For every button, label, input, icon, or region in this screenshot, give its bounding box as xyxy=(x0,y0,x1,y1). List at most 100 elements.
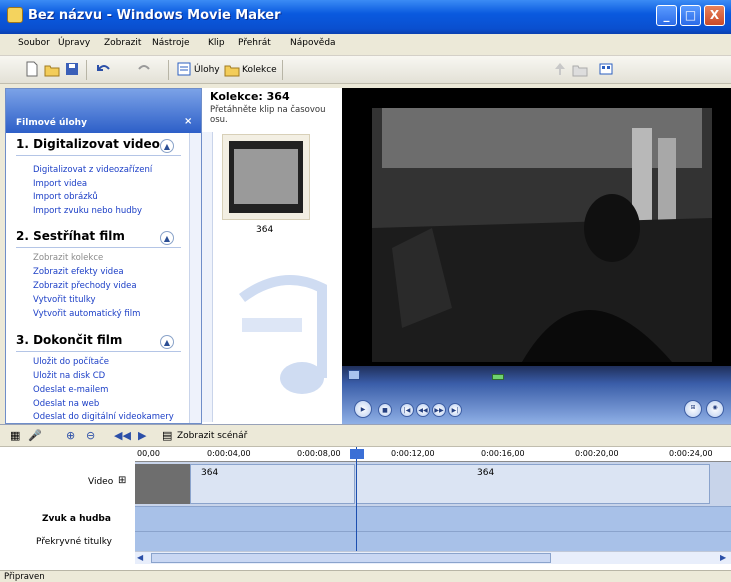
seek-slider-thumb[interactable] xyxy=(492,374,504,380)
task-link-save-cd[interactable]: Uložit na disk CD xyxy=(33,371,105,381)
toolbar-separator xyxy=(282,60,283,80)
menu-napoveda[interactable]: Nápověda xyxy=(290,38,336,48)
split-clip-icon[interactable]: ⊞ xyxy=(684,400,702,418)
collections-icon[interactable] xyxy=(224,61,240,77)
timeline-scrollbar[interactable]: ◀ ▶ xyxy=(135,551,731,564)
save-project-icon[interactable] xyxy=(64,61,80,77)
views-icon[interactable] xyxy=(598,61,614,77)
next-frame-button[interactable]: ▶| xyxy=(448,403,462,417)
status-bar: Připraven xyxy=(0,570,731,582)
timeline: ▦ 🎤 ⊕ ⊖ ◀◀ ▶ ▤ Zobrazit scénář 00,00 0:0… xyxy=(0,424,731,570)
collections-button-label[interactable]: Kolekce xyxy=(242,65,277,75)
rewind-timeline-icon[interactable]: ◀◀ xyxy=(114,429,131,442)
clip-thumbnail[interactable] xyxy=(222,134,310,220)
collection-up-icon[interactable] xyxy=(552,61,568,77)
task-link-import-video[interactable]: Import videa xyxy=(33,179,87,189)
minimize-button[interactable]: _ xyxy=(656,5,677,26)
clip-label: 364 xyxy=(256,225,274,235)
music-note-watermark-icon xyxy=(239,275,327,394)
expand-track-icon[interactable]: ⊞ xyxy=(118,475,126,486)
rewind-button[interactable]: ◀◀ xyxy=(416,403,430,417)
redo-icon[interactable] xyxy=(136,61,152,77)
overlay-track-label: Překryvné titulky xyxy=(36,537,112,547)
task-heading-finish[interactable]: 3. Dokončit film xyxy=(16,333,122,347)
timeline-grid-icon[interactable]: ▦ xyxy=(10,429,20,442)
scroll-left-icon[interactable]: ◀ xyxy=(137,553,143,562)
tick-label: 0:00:12,00 xyxy=(391,449,435,458)
audio-track-label: Zvuk a hudba xyxy=(42,514,111,524)
preview-monitor: ▶ ■ |◀ ◀◀ ▶▶ ▶| ⊞ ◉ xyxy=(342,88,731,424)
maximize-button[interactable]: □ xyxy=(680,5,701,26)
undo-icon[interactable] xyxy=(96,61,112,77)
task-link-import-audio[interactable]: Import zvuku nebo hudby xyxy=(33,206,142,216)
video-track[interactable]: 364 364 xyxy=(135,462,731,506)
collection-hint: Přetáhněte klip na časovou osu. xyxy=(210,105,326,125)
playhead[interactable] xyxy=(356,447,357,551)
status-text: Připraven xyxy=(4,572,45,582)
menu-zobrazit[interactable]: Zobrazit xyxy=(104,38,141,48)
timeline-clip[interactable]: 364 xyxy=(190,464,355,504)
clip-frame-image xyxy=(234,149,298,204)
new-collection-folder-icon[interactable] xyxy=(572,61,588,77)
chevron-up-icon[interactable]: ▲ xyxy=(160,231,174,245)
time-ruler[interactable]: 00,00 0:00:04,00 0:00:08,00 0:00:12,00 0… xyxy=(135,447,731,462)
task-link-video-transitions[interactable]: Zobrazit přechody videa xyxy=(33,281,137,291)
tasks-scrollbar[interactable] xyxy=(189,133,201,423)
scroll-right-icon[interactable]: ▶ xyxy=(720,553,726,562)
take-picture-icon[interactable]: ◉ xyxy=(706,400,724,418)
previous-frame-button[interactable]: |◀ xyxy=(400,403,414,417)
audio-music-track[interactable] xyxy=(135,506,731,531)
forward-button[interactable]: ▶▶ xyxy=(432,403,446,417)
tick-label: 00,00 xyxy=(137,449,160,458)
collection-pane: Kolekce: 364 Přetáhněte klip na časovou … xyxy=(202,88,342,424)
clip-name: 364 xyxy=(477,468,495,478)
zoom-out-icon[interactable]: ⊖ xyxy=(86,429,95,442)
play-button[interactable]: ▶ xyxy=(354,400,372,418)
chevron-up-icon[interactable]: ▲ xyxy=(160,139,174,153)
menu-klip[interactable]: Klip xyxy=(208,38,225,48)
stop-button[interactable]: ■ xyxy=(378,403,392,417)
playhead-handle[interactable] xyxy=(350,449,364,459)
detach-monitor-icon[interactable] xyxy=(348,370,360,380)
task-link-titles[interactable]: Vytvořit titulky xyxy=(33,295,96,305)
close-icon[interactable]: × xyxy=(184,116,192,127)
task-link-capture-device[interactable]: Digitalizovat z videozařízení xyxy=(33,165,152,175)
show-storyboard-label[interactable]: Zobrazit scénář xyxy=(177,431,247,441)
chevron-up-icon[interactable]: ▲ xyxy=(160,335,174,349)
task-link-web[interactable]: Odeslat na web xyxy=(33,399,99,409)
window-title: Bez názvu - Windows Movie Maker xyxy=(28,8,281,23)
task-link-video-effects[interactable]: Zobrazit efekty videa xyxy=(33,267,124,277)
title-bar: Bez názvu - Windows Movie Maker _ □ X xyxy=(0,0,731,34)
storyboard-icon[interactable]: ▤ xyxy=(162,429,172,442)
scroll-thumb[interactable] xyxy=(151,553,551,563)
task-heading-capture[interactable]: 1. Digitalizovat video xyxy=(16,137,160,151)
menu-nastroje[interactable]: Nástroje xyxy=(152,38,190,48)
tasks-button-label[interactable]: Úlohy xyxy=(194,65,220,75)
task-link-email[interactable]: Odeslat e-mailem xyxy=(33,385,108,395)
timeline-clip[interactable]: 364 xyxy=(356,464,710,504)
collection-scrollbar[interactable] xyxy=(202,132,213,422)
audio-levels-icon[interactable]: 🎤 xyxy=(28,429,42,442)
title-overlay-track[interactable] xyxy=(135,531,731,551)
video-frame-scene xyxy=(372,108,712,362)
close-button[interactable]: X xyxy=(704,5,725,26)
zoom-in-icon[interactable]: ⊕ xyxy=(66,429,75,442)
task-heading-edit[interactable]: 2. Sestříhat film xyxy=(16,229,125,243)
tasks-pane-title: Filmové úlohy xyxy=(16,118,87,128)
menu-soubor[interactable]: Soubor xyxy=(18,38,50,48)
play-timeline-icon[interactable]: ▶ xyxy=(138,429,146,442)
tasks-icon[interactable] xyxy=(176,61,192,77)
task-link-dv-camera[interactable]: Odeslat do digitální videokamery xyxy=(33,412,174,422)
open-project-icon[interactable] xyxy=(44,61,60,77)
task-link-automovie[interactable]: Vytvořit automatický film xyxy=(33,309,140,319)
menu-prehrat[interactable]: Přehrát xyxy=(238,38,271,48)
playback-controls: ▶ ■ |◀ ◀◀ ▶▶ ▶| ⊞ ◉ xyxy=(342,366,731,424)
menu-upravy[interactable]: Úpravy xyxy=(58,38,90,48)
movie-maker-app-icon xyxy=(7,7,23,23)
task-link-save-computer[interactable]: Uložit do počítače xyxy=(33,357,109,367)
new-project-icon[interactable] xyxy=(24,61,40,77)
tick-label: 0:00:04,00 xyxy=(207,449,251,458)
task-link-import-pictures[interactable]: Import obrázků xyxy=(33,192,98,202)
clip-thumbnail-frame xyxy=(135,464,190,504)
toolbar: Úlohy Kolekce 364 ▼ xyxy=(0,56,731,135)
